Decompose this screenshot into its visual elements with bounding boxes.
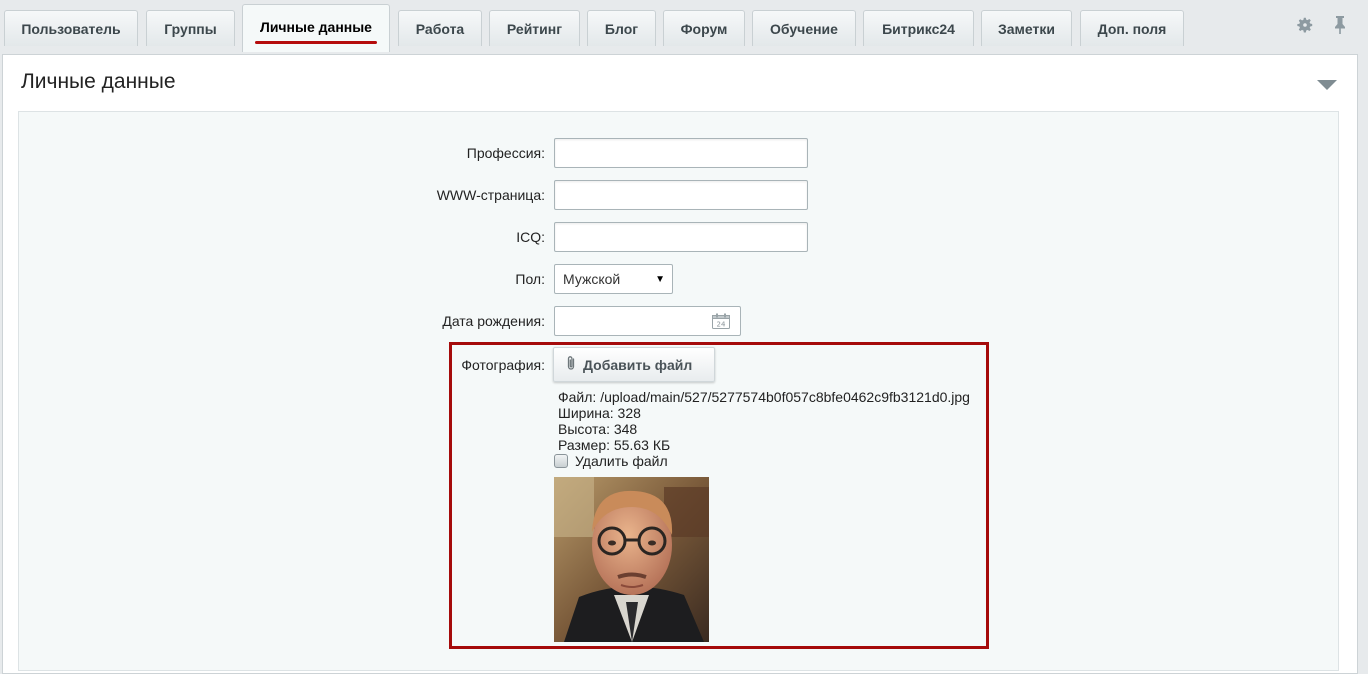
tab-label: Рейтинг: [506, 20, 563, 37]
tab-label: Блог: [604, 20, 639, 37]
tab-label: Заметки: [998, 20, 1055, 37]
gear-icon[interactable]: [1294, 14, 1316, 36]
tab-label: Форум: [680, 20, 728, 37]
tab-work[interactable]: Работа: [398, 10, 482, 46]
tab-personal-data[interactable]: Личные данные: [242, 4, 390, 52]
tab-label: Доп. поля: [1097, 20, 1167, 37]
tab-extra-fields[interactable]: Доп. поля: [1080, 10, 1184, 46]
icq-input[interactable]: [554, 222, 808, 252]
profession-input[interactable]: [554, 138, 808, 168]
calendar-day-number: 24: [717, 321, 726, 329]
www-label: WWW-страница:: [436, 187, 545, 203]
dropdown-caret-icon: ▼: [655, 274, 665, 285]
tab-rating[interactable]: Рейтинг: [489, 10, 580, 46]
icq-label: ICQ:: [516, 229, 545, 245]
tab-label: Обучение: [770, 20, 838, 37]
collapse-arrow-icon[interactable]: [1317, 80, 1337, 90]
birthday-label: Дата рождения:: [442, 313, 545, 329]
tab-blog[interactable]: Блог: [587, 10, 656, 46]
panel-title: Личные данные: [21, 70, 176, 93]
profession-label: Профессия:: [466, 145, 545, 161]
add-file-label: Добавить файл: [583, 356, 693, 373]
tab-groups[interactable]: Группы: [146, 10, 235, 46]
gender-value: Мужской: [563, 271, 621, 287]
user-photo: [554, 477, 709, 642]
pin-icon[interactable]: [1329, 14, 1351, 36]
file-path: Файл: /upload/main/527/5277574b0f057c8bf…: [558, 389, 970, 405]
delete-file-checkbox[interactable]: [554, 454, 568, 468]
file-info: Файл: /upload/main/527/5277574b0f057c8bf…: [558, 389, 970, 453]
delete-file-row: Удалить файл: [554, 453, 668, 469]
calendar-icon[interactable]: 24: [712, 313, 730, 329]
tab-notes[interactable]: Заметки: [981, 10, 1072, 46]
photo-label: Фотография:: [461, 357, 545, 373]
gender-select[interactable]: Мужской ▼: [554, 264, 673, 294]
add-file-button[interactable]: Добавить файл: [553, 347, 715, 382]
tab-forum[interactable]: Форум: [663, 10, 745, 46]
tab-label: Работа: [415, 20, 465, 37]
gender-label: Пол:: [515, 271, 545, 287]
file-width: Ширина: 328: [558, 405, 641, 421]
birthday-input[interactable]: 24: [554, 306, 741, 336]
file-height: Высота: 348: [558, 421, 638, 437]
tab-bar: Пользователь Группы Личные данные Работа…: [0, 0, 1368, 52]
tab-label: Битрикс24: [882, 20, 955, 37]
tab-bitrix24[interactable]: Битрикс24: [863, 10, 974, 46]
delete-file-label: Удалить файл: [575, 453, 668, 469]
www-input[interactable]: [554, 180, 808, 210]
tab-user[interactable]: Пользователь: [4, 10, 138, 46]
tab-label: Группы: [164, 20, 217, 37]
file-size: Размер: 55.63 КБ: [558, 437, 671, 453]
tab-learning[interactable]: Обучение: [752, 10, 856, 46]
paperclip-icon: [566, 355, 576, 375]
tab-label: Личные данные: [255, 19, 377, 44]
tab-label: Пользователь: [21, 20, 121, 37]
